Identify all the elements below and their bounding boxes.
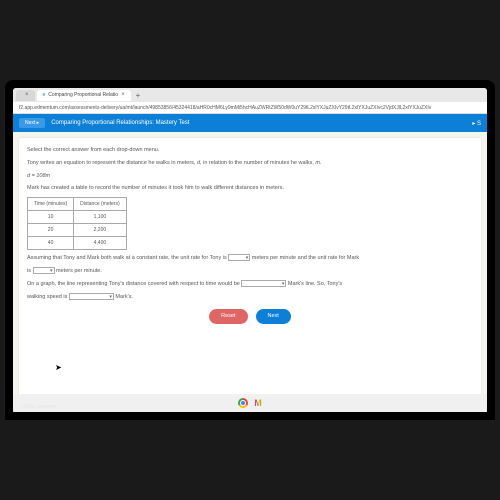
data-table: Time (minutes)Distance (meters) 101,100 …	[27, 197, 127, 250]
prompt-1: Tony writes an equation to represent the…	[27, 159, 473, 168]
fill-line-3: On a graph, the line representing Tony's…	[27, 280, 473, 289]
reset-button[interactable]: Reset	[209, 309, 247, 324]
browser-tab-bar: × eComparing Proportional Relatio× +	[13, 88, 487, 102]
header-next-button[interactable]: Next ▸	[19, 118, 45, 128]
equation: d = 108m	[27, 172, 473, 181]
fill-line-1: Assuming that Tony and Mark both walk at…	[27, 254, 473, 263]
dropdown-tony-rate[interactable]	[228, 254, 250, 261]
fill-line-2: is meters per minute.	[27, 267, 473, 276]
prompt-2: Mark has created a table to record the n…	[27, 184, 473, 193]
tab-1[interactable]: ×	[16, 90, 35, 101]
table-row: 101,100	[28, 211, 127, 224]
table-row: 202,200	[28, 224, 127, 237]
page-title: Comparing Proportional Relationships: Ma…	[51, 120, 189, 126]
dropdown-speed-compare[interactable]	[69, 293, 114, 300]
close-icon[interactable]: ×	[121, 92, 125, 98]
new-tab-button[interactable]: +	[133, 91, 144, 100]
question-panel: Select the correct answer from each drop…	[19, 138, 481, 396]
instruction: Select the correct answer from each drop…	[27, 146, 473, 155]
dropdown-mark-rate[interactable]	[33, 267, 55, 274]
th-time: Time (minutes)	[28, 198, 74, 211]
table-row: 404,400	[28, 237, 127, 250]
fill-line-4: walking speed is Mark's.	[27, 293, 473, 302]
os-taskbar: M	[13, 394, 487, 412]
tab-2[interactable]: eComparing Proportional Relatio×	[37, 90, 131, 101]
header-right[interactable]: ▸ S	[472, 120, 481, 127]
cursor-icon: ➤	[55, 363, 62, 372]
app-header: Next ▸ Comparing Proportional Relationsh…	[13, 114, 487, 132]
url-bar[interactable]: f2.app.edmentum.com/assessments-delivery…	[13, 102, 487, 114]
close-icon[interactable]: ×	[25, 92, 29, 98]
dropdown-graph-compare[interactable]	[241, 280, 286, 287]
th-distance: Distance (meters)	[74, 198, 126, 211]
gmail-icon[interactable]: M	[254, 398, 262, 408]
chrome-icon[interactable]	[238, 398, 248, 408]
next-button[interactable]: Next	[256, 309, 291, 324]
